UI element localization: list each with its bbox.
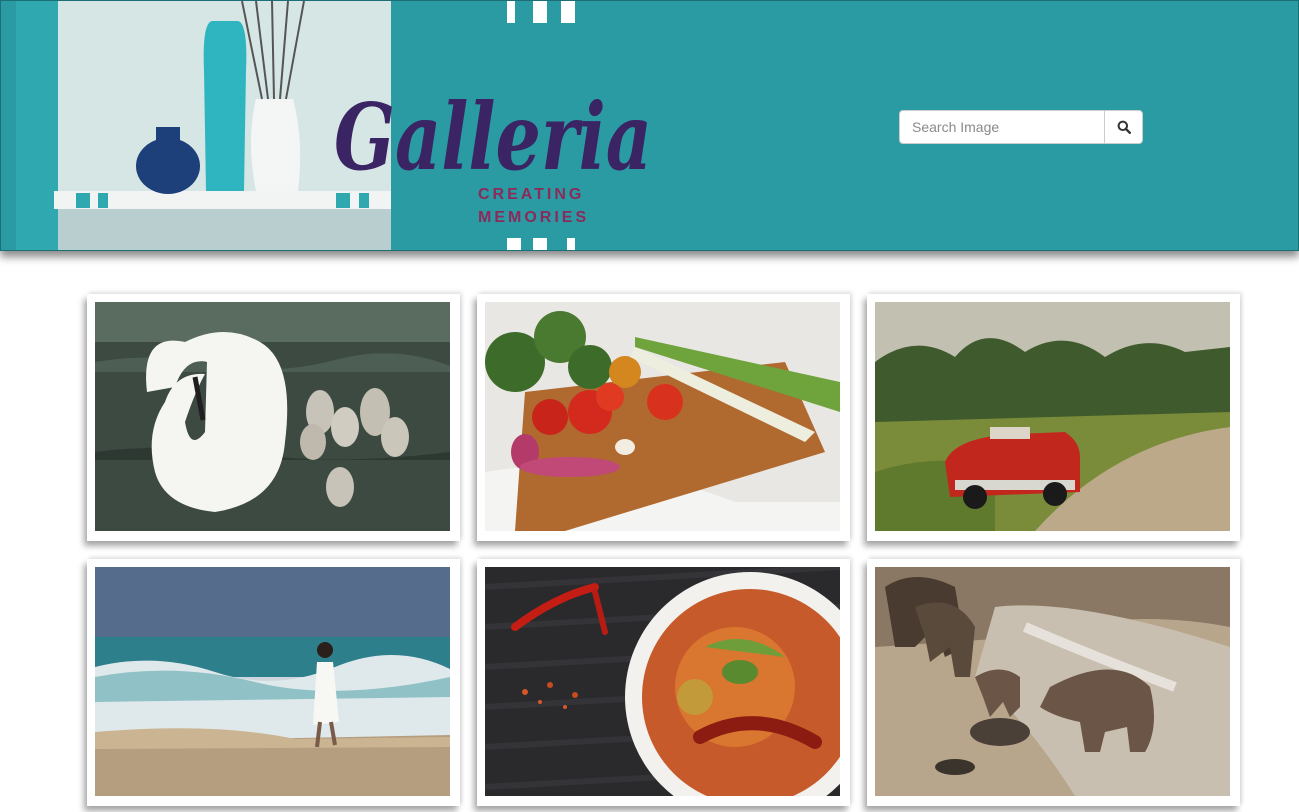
gallery-card-beach[interactable] (87, 559, 460, 806)
tagline-line1: CREATING (478, 186, 584, 203)
beach-image (95, 567, 450, 796)
search-button[interactable] (1104, 110, 1143, 144)
elephants-image (875, 567, 1230, 796)
gallery-card-swan[interactable] (87, 294, 460, 541)
site-header: Galleria CREATING MEMORIES (0, 0, 1299, 251)
search-icon (1117, 120, 1131, 134)
swan-image (95, 302, 450, 531)
logo-text: Galleria (334, 83, 652, 191)
curry-image (485, 567, 840, 796)
gallery-card-elephants[interactable] (867, 559, 1240, 806)
vegetables-image (485, 302, 840, 531)
gallery-card-vegetables[interactable] (477, 294, 850, 541)
search-input[interactable] (899, 110, 1104, 144)
car-image (875, 302, 1230, 531)
gallery-card-curry[interactable] (477, 559, 850, 806)
gallery-card-car[interactable] (867, 294, 1240, 541)
tagline-line2: MEMORIES (478, 209, 589, 226)
search-group (899, 110, 1143, 144)
galleria-banner: Galleria CREATING MEMORIES (16, 1, 653, 250)
